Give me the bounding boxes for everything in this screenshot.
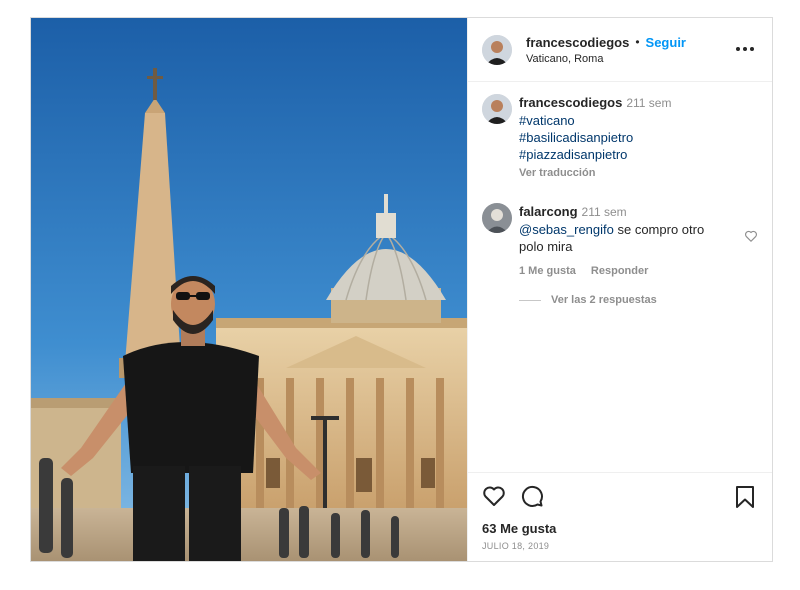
view-replies-button[interactable]: Ver las 2 respuestas [519, 294, 758, 306]
comment-item: falarcong 211 sem @sebas_rengifo se compr… [482, 203, 758, 277]
comment-username[interactable]: falarcong [519, 204, 578, 219]
hashtag-list: #vaticano #basilicadisanpietro #piazzadi… [519, 112, 758, 163]
avatar[interactable] [482, 203, 512, 233]
hashtag-link[interactable]: #vaticano [519, 112, 758, 129]
caption-comment: francescodiegos 211 sem #vaticano #basili… [482, 94, 758, 179]
heart-icon[interactable] [482, 484, 506, 508]
post-header: francescodiegos • Seguir Vaticano, Roma [468, 18, 772, 82]
separator-dot: • [635, 35, 640, 49]
likes-count[interactable]: 63 Me gusta [482, 521, 758, 536]
hashtag-link[interactable]: #basilicadisanpietro [519, 129, 758, 146]
post-date[interactable]: JULIO 18, 2019 [482, 541, 758, 551]
bookmark-icon[interactable] [734, 485, 756, 509]
avatar[interactable] [482, 94, 512, 124]
comment-time[interactable]: 211 sem [582, 205, 627, 219]
hashtag-link[interactable]: #piazzadisanpietro [519, 146, 758, 163]
post-actions: 63 Me gusta JULIO 18, 2019 [468, 472, 772, 561]
instagram-post: francescodiegos • Seguir Vaticano, Roma [30, 17, 773, 562]
comment-likes[interactable]: 1 Me gusta [519, 265, 576, 277]
avatar[interactable] [482, 34, 512, 65]
reply-button[interactable]: Responder [591, 265, 648, 277]
avatar-image [482, 34, 512, 65]
avatar-image [482, 203, 512, 233]
comment-heart-icon[interactable] [744, 229, 758, 243]
location-link[interactable]: Vaticano, Roma [526, 53, 758, 65]
mention-link[interactable]: @sebas_rengifo [519, 222, 614, 237]
avatar-image [482, 94, 512, 124]
post-photo[interactable] [31, 18, 467, 561]
caption-time[interactable]: 211 sem [626, 96, 671, 110]
author-username[interactable]: francescodiegos [526, 35, 629, 50]
more-options-icon[interactable] [736, 40, 754, 58]
view-replies-label: Ver las 2 respuestas [551, 294, 657, 306]
comment-icon[interactable] [520, 484, 544, 508]
post-side-panel: francescodiegos • Seguir Vaticano, Roma [467, 18, 772, 561]
see-translation-button[interactable]: Ver traducción [519, 167, 758, 179]
comments-section: francescodiegos 211 sem #vaticano #basili… [468, 82, 772, 472]
vatican-photo [31, 18, 467, 561]
replies-line [519, 299, 541, 301]
caption-username[interactable]: francescodiegos [519, 95, 622, 110]
follow-button[interactable]: Seguir [646, 35, 686, 50]
